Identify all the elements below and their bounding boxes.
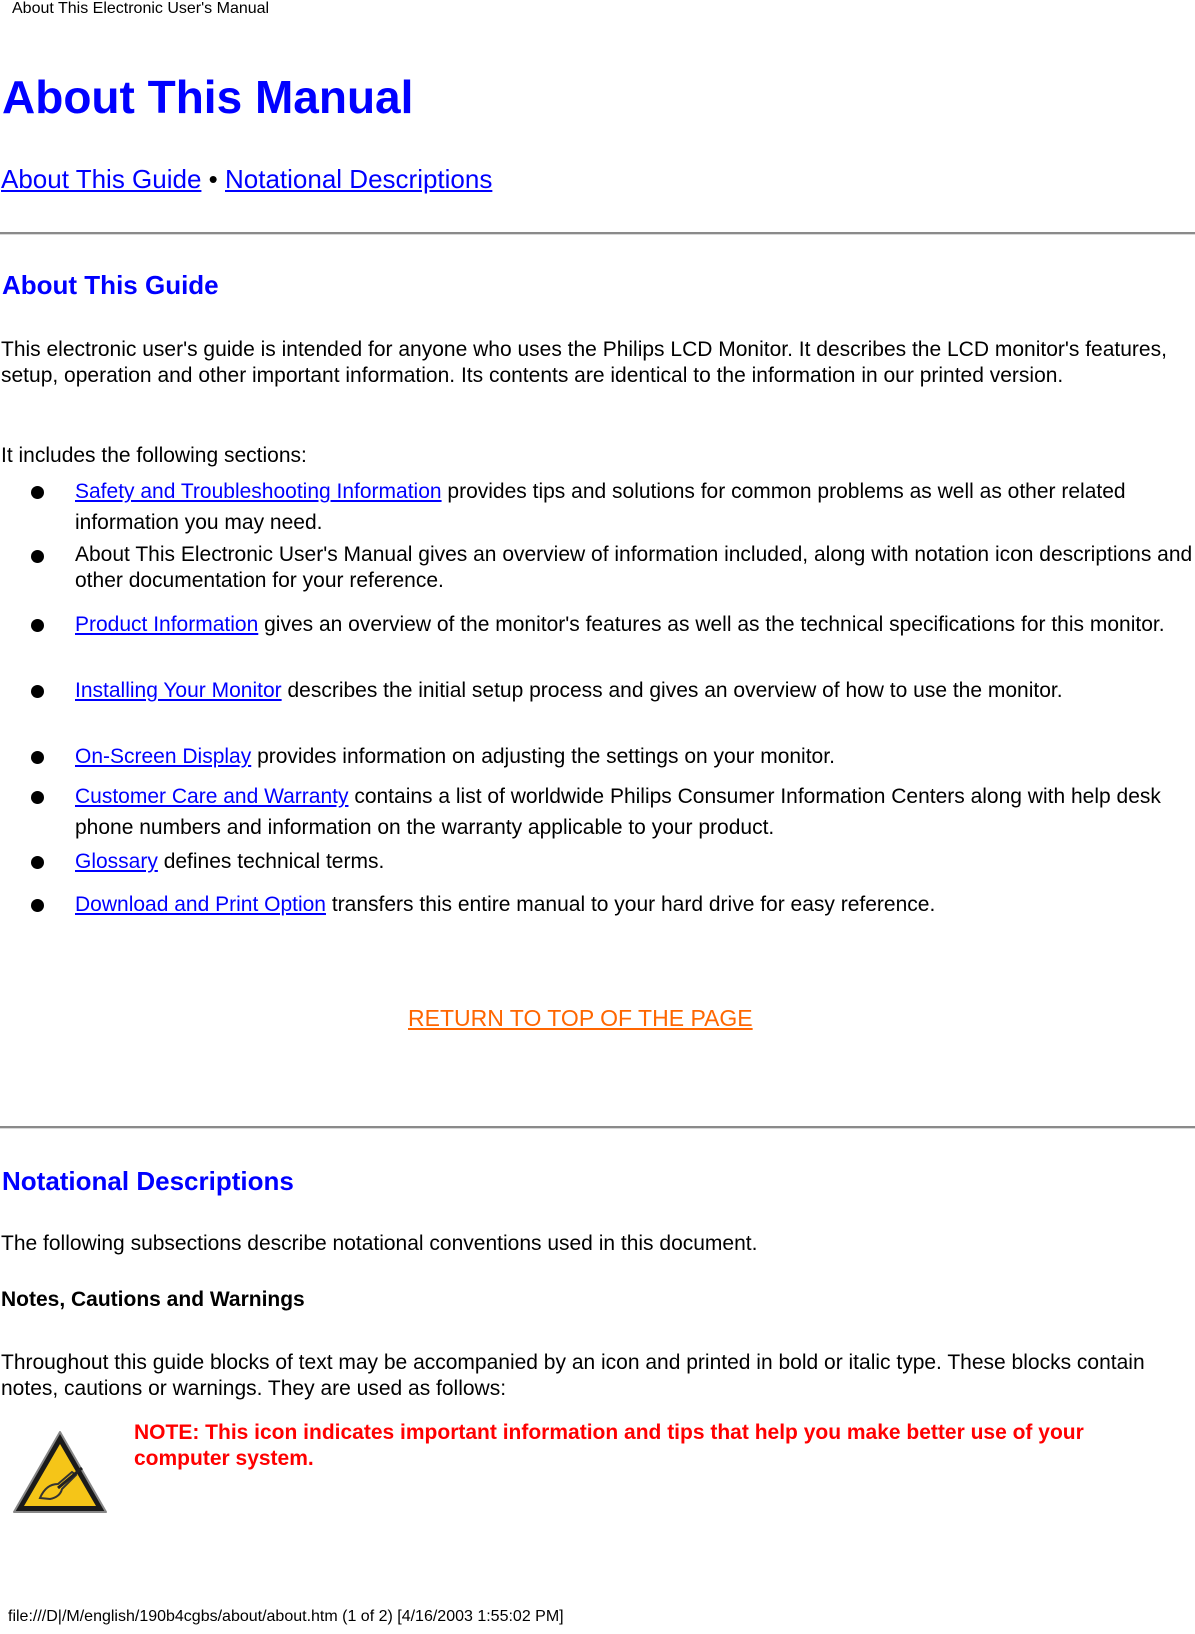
bullet-icon	[31, 685, 44, 698]
bullet-icon	[31, 791, 44, 804]
bullet-icon	[31, 899, 44, 912]
list-item-text: describes the initial setup process and …	[281, 679, 1063, 702]
list-item: Safety and Troubleshooting Information p…	[31, 476, 1193, 538]
bullet-icon	[31, 619, 44, 632]
list-item: On-Screen Display provides information o…	[31, 741, 1193, 772]
divider	[0, 1126, 1195, 1129]
nav-separator: •	[208, 164, 218, 194]
list-item-text: provides information on adjusting the se…	[251, 745, 835, 768]
bullet-icon	[31, 486, 44, 499]
list-item-text: About This Electronic User's Manual give…	[75, 543, 1193, 592]
bullet-icon	[31, 550, 44, 563]
section-heading-about-this-guide: About This Guide	[2, 270, 219, 300]
list-item: Download and Print Option transfers this…	[31, 889, 1193, 920]
subheading-notes-cautions-warnings: Notes, Cautions and Warnings	[1, 1288, 305, 1311]
list-item: Glossary defines technical terms.	[31, 846, 1193, 877]
window-title: About This Electronic User's Manual	[12, 0, 270, 17]
link-glossary[interactable]: Glossary	[75, 850, 158, 873]
notational-body: Throughout this guide blocks of text may…	[1, 1351, 1145, 1400]
about-guide-intro: This electronic user's guide is intended…	[1, 338, 1167, 387]
divider	[0, 232, 1195, 235]
link-safety-troubleshooting[interactable]: Safety and Troubleshooting Information	[75, 480, 442, 503]
link-installing-your-monitor[interactable]: Installing Your Monitor	[75, 679, 282, 702]
link-customer-care-warranty[interactable]: Customer Care and Warranty	[75, 785, 348, 808]
page-title: About This Manual	[2, 71, 414, 123]
list-item-text: defines technical terms.	[157, 850, 385, 873]
link-product-information[interactable]: Product Information	[75, 613, 258, 636]
list-item: About This Electronic User's Manual give…	[31, 542, 1193, 594]
list-item: Installing Your Monitor describes the in…	[31, 675, 1193, 706]
list-item: Customer Care and Warranty contains a li…	[31, 781, 1193, 843]
note-text: NOTE: This icon indicates important info…	[134, 1421, 1084, 1470]
nav-link-notational-descriptions[interactable]: Notational Descriptions	[225, 164, 492, 194]
top-nav: About This Guide • Notational Descriptio…	[1, 164, 492, 195]
includes-label: It includes the following sections:	[1, 444, 307, 467]
list-item-text: gives an overview of the monitor's featu…	[258, 613, 1165, 636]
list-item: Product Information gives an overview of…	[31, 609, 1193, 640]
list-item-text: transfers this entire manual to your har…	[326, 893, 936, 916]
return-to-top-link[interactable]: RETURN TO TOP OF THE PAGE	[408, 1005, 753, 1032]
nav-link-about-this-guide[interactable]: About This Guide	[1, 164, 201, 194]
footer-file-path: file:///D|/M/english/190b4cgbs/about/abo…	[8, 1608, 564, 1625]
note-warning-triangle-icon	[10, 1428, 110, 1518]
notational-intro: The following subsections describe notat…	[1, 1232, 758, 1255]
bullet-icon	[31, 856, 44, 869]
link-on-screen-display[interactable]: On-Screen Display	[75, 745, 251, 768]
section-heading-notational-descriptions: Notational Descriptions	[2, 1166, 294, 1196]
bullet-icon	[31, 751, 44, 764]
link-download-print-option[interactable]: Download and Print Option	[75, 893, 326, 916]
